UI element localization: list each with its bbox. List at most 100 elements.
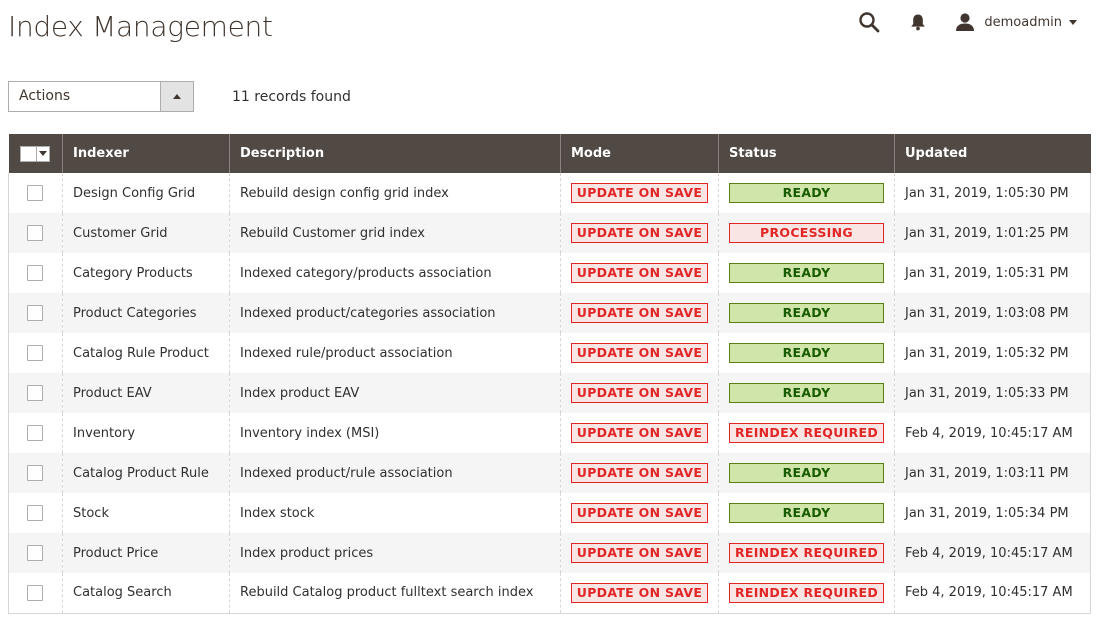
grid-header-row: Indexer Description Mode Status Updated [8, 134, 1091, 173]
status-badge: READY [729, 263, 884, 283]
row-select-cell [8, 413, 63, 453]
row-checkbox[interactable] [27, 465, 43, 481]
row-checkbox[interactable] [27, 305, 43, 321]
mode-cell: UPDATE ON SAVE [560, 413, 719, 453]
mass-select-checkbox[interactable] [21, 146, 37, 161]
table-row[interactable]: Inventory Inventory index (MSI) UPDATE ON … [8, 413, 1091, 453]
updated-cell: Jan 31, 2019, 1:05:33 PM [894, 373, 1091, 413]
header-actions: demoadmin [856, 8, 1077, 36]
column-header-status[interactable]: Status [718, 134, 895, 173]
column-header-description[interactable]: Description [229, 134, 561, 173]
grid-body: Design Config Grid Rebuild design config … [8, 173, 1091, 614]
mode-badge: UPDATE ON SAVE [571, 303, 708, 323]
mode-badge: UPDATE ON SAVE [571, 263, 708, 283]
indexer-cell: Stock [62, 493, 230, 533]
row-checkbox[interactable] [27, 505, 43, 521]
bell-icon [911, 14, 926, 31]
updated-cell: Feb 4, 2019, 10:45:17 AM [894, 533, 1091, 573]
updated-cell: Jan 31, 2019, 1:01:25 PM [894, 213, 1091, 253]
table-row[interactable]: Catalog Rule Product Indexed rule/product… [8, 333, 1091, 373]
indexer-cell: Product Categories [62, 293, 230, 333]
status-cell: REINDEX REQUIRED [718, 573, 895, 614]
indexer-cell: Product Price [62, 533, 230, 573]
indexer-grid: Indexer Description Mode Status Updated … [8, 134, 1091, 614]
status-badge: READY [729, 383, 884, 403]
status-badge: REINDEX REQUIRED [729, 543, 884, 563]
mass-select-header [8, 134, 63, 173]
actions-label: Actions [19, 88, 71, 104]
mode-cell: UPDATE ON SAVE [560, 493, 719, 533]
table-row[interactable]: Customer Grid Rebuild Customer grid index… [8, 213, 1091, 253]
status-badge: READY [729, 183, 884, 203]
page-title: Index Management [8, 10, 273, 43]
description-cell: Indexed category/products association [229, 253, 561, 293]
mode-badge: UPDATE ON SAVE [571, 463, 708, 483]
mode-badge: UPDATE ON SAVE [571, 503, 708, 523]
mode-cell: UPDATE ON SAVE [560, 573, 719, 614]
mode-badge: UPDATE ON SAVE [571, 423, 708, 443]
status-cell: READY [718, 493, 895, 533]
description-cell: Indexed product/rule association [229, 453, 561, 493]
chevron-up-icon [173, 94, 181, 99]
row-checkbox[interactable] [27, 425, 43, 441]
table-row[interactable]: Stock Index stock UPDATE ON SAVE READY Jan 3… [8, 493, 1091, 533]
table-row[interactable]: Product Price Index product prices UPDATE … [8, 533, 1091, 573]
actions-dropdown[interactable]: Actions [8, 81, 194, 112]
indexer-cell: Design Config Grid [62, 173, 230, 213]
row-select-cell [8, 333, 63, 373]
status-cell: PROCESSING [718, 213, 895, 253]
table-row[interactable]: Catalog Product Rule Indexed product/rule… [8, 453, 1091, 493]
indexer-cell: Category Products [62, 253, 230, 293]
description-cell: Index stock [229, 493, 561, 533]
row-checkbox[interactable] [27, 584, 43, 601]
status-cell: REINDEX REQUIRED [718, 533, 895, 573]
description-cell: Indexed rule/product association [229, 333, 561, 373]
row-checkbox[interactable] [27, 545, 43, 561]
updated-cell: Jan 31, 2019, 1:05:32 PM [894, 333, 1091, 373]
indexer-cell: Inventory [62, 413, 230, 453]
notifications-button[interactable] [908, 8, 928, 36]
mode-badge: UPDATE ON SAVE [571, 183, 708, 203]
table-row[interactable]: Product EAV Index product EAV UPDATE ON SA… [8, 373, 1091, 413]
table-row[interactable]: Catalog Search Rebuild Catalog product fu… [8, 573, 1091, 614]
updated-cell: Jan 31, 2019, 1:05:30 PM [894, 173, 1091, 213]
updated-cell: Jan 31, 2019, 1:05:34 PM [894, 493, 1091, 533]
indexer-cell: Product EAV [62, 373, 230, 413]
mode-cell: UPDATE ON SAVE [560, 173, 719, 213]
column-header-updated[interactable]: Updated [894, 134, 1091, 173]
mode-cell: UPDATE ON SAVE [560, 373, 719, 413]
column-header-indexer[interactable]: Indexer [62, 134, 230, 173]
mode-badge: UPDATE ON SAVE [571, 223, 708, 243]
row-checkbox[interactable] [27, 185, 43, 201]
mode-cell: UPDATE ON SAVE [560, 333, 719, 373]
indexer-cell: Catalog Search [62, 573, 230, 614]
column-header-mode[interactable]: Mode [560, 134, 719, 173]
row-checkbox[interactable] [27, 385, 43, 401]
row-select-cell [8, 453, 63, 493]
user-menu[interactable]: demoadmin [954, 11, 1077, 33]
row-checkbox[interactable] [27, 265, 43, 281]
table-row[interactable]: Design Config Grid Rebuild design config … [8, 173, 1091, 213]
row-checkbox[interactable] [27, 225, 43, 241]
indexer-cell: Catalog Rule Product [62, 333, 230, 373]
status-cell: READY [718, 173, 895, 213]
row-select-cell [8, 253, 63, 293]
row-checkbox[interactable] [27, 345, 43, 361]
description-cell: Rebuild design config grid index [229, 173, 561, 213]
status-badge: PROCESSING [729, 223, 884, 243]
username: demoadmin [984, 14, 1062, 30]
user-icon [954, 11, 976, 33]
description-cell: Index product EAV [229, 373, 561, 413]
mode-cell: UPDATE ON SAVE [560, 293, 719, 333]
table-row[interactable]: Product Categories Indexed product/catego… [8, 293, 1091, 333]
row-select-cell [8, 373, 63, 413]
row-select-cell [8, 493, 63, 533]
table-row[interactable]: Category Products Indexed category/produc… [8, 253, 1091, 293]
search-button[interactable] [856, 8, 882, 36]
mass-select-dropdown[interactable] [19, 145, 50, 162]
actions-toggle[interactable] [160, 82, 193, 111]
row-select-cell [8, 293, 63, 333]
mode-badge: UPDATE ON SAVE [571, 582, 708, 603]
mode-badge: UPDATE ON SAVE [571, 343, 708, 363]
mode-cell: UPDATE ON SAVE [560, 253, 719, 293]
